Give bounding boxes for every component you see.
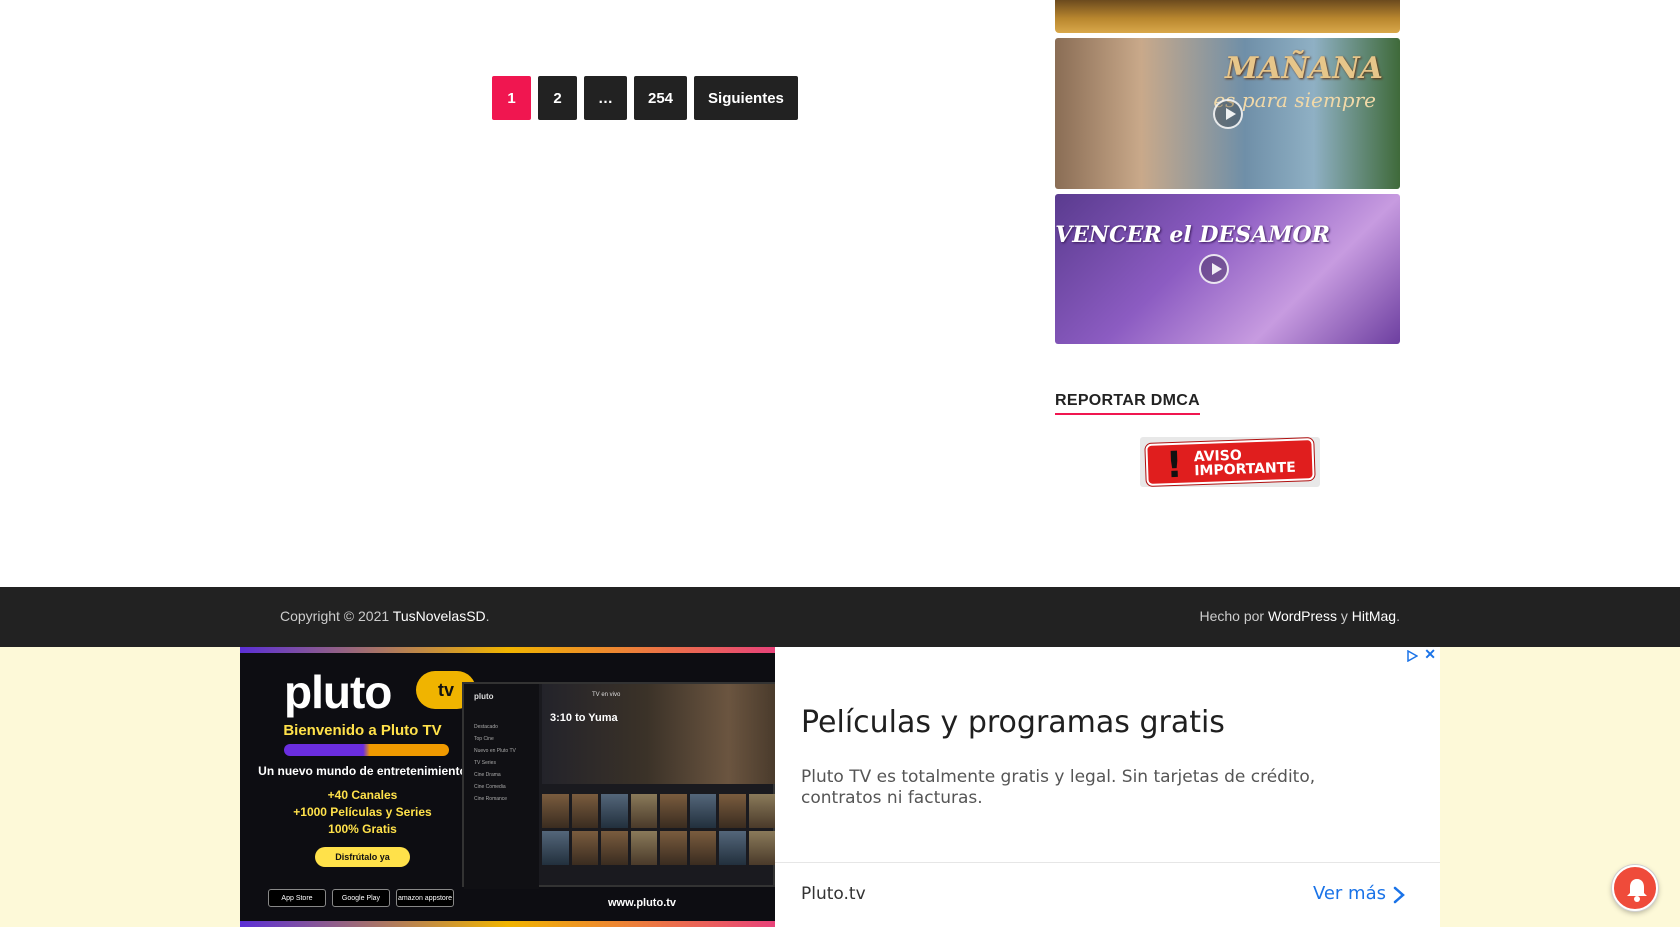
ad-color-bar [284, 744, 449, 756]
ad-tagline: Un nuevo mundo de entretenimiento [258, 764, 467, 778]
tv-menu-item: Cine Comedia [474, 784, 506, 790]
ad-stat: +1000 Películas y Series [293, 805, 432, 819]
google-play-badge[interactable]: Google Play [332, 889, 390, 907]
tv-menu-item: Destacado [474, 724, 498, 730]
page-1-button[interactable]: 1 [492, 76, 531, 120]
page: 1 2 … 254 Siguientes MAÑANA es para siem… [0, 0, 1680, 927]
page-2-button[interactable]: 2 [538, 76, 577, 120]
pagination: 1 2 … 254 Siguientes [492, 76, 798, 120]
next-page-button[interactable]: Siguientes [694, 76, 798, 120]
play-icon [1198, 254, 1229, 284]
dmca-badge-sign: ! AVISO IMPORTANTE [1145, 438, 1315, 487]
footer-period-2: . [1396, 608, 1400, 624]
thumbnail-title: MAÑANA [1225, 51, 1383, 86]
ad-url: www.pluto.tv [608, 897, 677, 909]
ad-image[interactable]: pluto tv Bienvenido a Pluto TV Un nuevo … [240, 647, 775, 927]
made-by-text: Hecho por [1199, 608, 1265, 624]
tv-live-label: TV en vivo [592, 692, 621, 698]
tv-menu-item: Top Cine [474, 736, 494, 742]
pluto-logo: pluto [284, 666, 392, 718]
sidebar-thumbnail-partial[interactable] [1055, 0, 1400, 33]
ad-description: Pluto TV es totalmente gratis y legal. S… [801, 767, 1316, 808]
sidebar-thumbnail-manana[interactable]: MAÑANA es para siempre [1055, 38, 1400, 189]
footer-copyright: Copyright © 2021 TusNovelasSD. [280, 608, 490, 624]
store-badges: App Store Google Play amazon appstore [268, 889, 454, 907]
ad-stat: 100% Gratis [328, 822, 397, 836]
ad-title[interactable]: Películas y programas gratis [801, 705, 1225, 740]
play-icon [1212, 98, 1243, 129]
hitmag-link[interactable]: HitMag [1352, 608, 1396, 624]
tv-menu-item: Cine Drama [474, 772, 501, 778]
ad-more-link[interactable]: Ver más [1313, 883, 1386, 904]
adchoices-icon[interactable] [1406, 650, 1418, 662]
ad-banner[interactable]: pluto tv Bienvenido a Pluto TV Un nuevo … [240, 646, 1440, 927]
chevron-right-icon[interactable] [1392, 885, 1406, 905]
site-name-link[interactable]: TusNovelasSD [393, 608, 486, 624]
footer-credits: Hecho por WordPress y HitMag. [1200, 608, 1401, 624]
and-text: y [1340, 608, 1348, 624]
wordpress-link[interactable]: WordPress [1268, 608, 1337, 624]
ad-stats: +40 Canales +1000 Películas y Series 100… [240, 787, 485, 838]
tv-brand: pluto [474, 692, 494, 701]
ad-stripe-bottom [240, 921, 775, 927]
tv-menu-item: Cine Romance [474, 796, 508, 802]
ad-welcome: Bienvenido a Pluto TV [283, 722, 442, 739]
bell-icon [1627, 879, 1647, 902]
ad-divider [775, 862, 1440, 863]
close-icon[interactable]: ✕ [1424, 646, 1436, 663]
site-footer: Copyright © 2021 TusNovelasSD. Hecho por… [0, 587, 1680, 647]
tv-menu-item: TV Series [474, 760, 496, 766]
dmca-heading: REPORTAR DMCA [1055, 392, 1200, 415]
tv-movie-title: 3:10 to Yuma [550, 712, 618, 724]
ad-cta-button[interactable]: Disfrútalo ya [315, 847, 410, 867]
tv-screen-mockup: pluto Destacado Top Cine Nuevo en Pluto … [462, 682, 775, 889]
tv-sidebar: pluto Destacado Top Cine Nuevo en Pluto … [464, 684, 539, 889]
ad-stat: +40 Canales [327, 788, 398, 802]
dmca-badge[interactable]: ! AVISO IMPORTANTE [1140, 437, 1320, 487]
page-last-button[interactable]: 254 [634, 76, 688, 120]
tv-hero: TV en vivo 3:10 to Yuma [542, 684, 775, 784]
sidebar-thumbnail-vencer[interactable]: VENCER el DESAMOR [1055, 194, 1400, 344]
app-store-badge[interactable]: App Store [268, 889, 326, 907]
exclamation-icon: ! [1165, 444, 1184, 487]
page-ellipsis: … [584, 76, 627, 120]
amazon-appstore-badge[interactable]: amazon appstore [396, 889, 454, 907]
notification-bell-button[interactable] [1612, 865, 1658, 911]
tv-poster-grid [542, 794, 775, 865]
footer-period: . [485, 608, 490, 624]
thumbnail-title: VENCER el DESAMOR [1055, 222, 1330, 248]
ad-domain[interactable]: Pluto.tv [801, 884, 866, 904]
dmca-badge-text: AVISO IMPORTANTE [1193, 447, 1297, 480]
ad-stripe-top [240, 647, 775, 653]
tv-menu-item: Nuevo en Pluto TV [474, 748, 516, 754]
copyright-text: Copyright © 2021 [280, 608, 390, 624]
